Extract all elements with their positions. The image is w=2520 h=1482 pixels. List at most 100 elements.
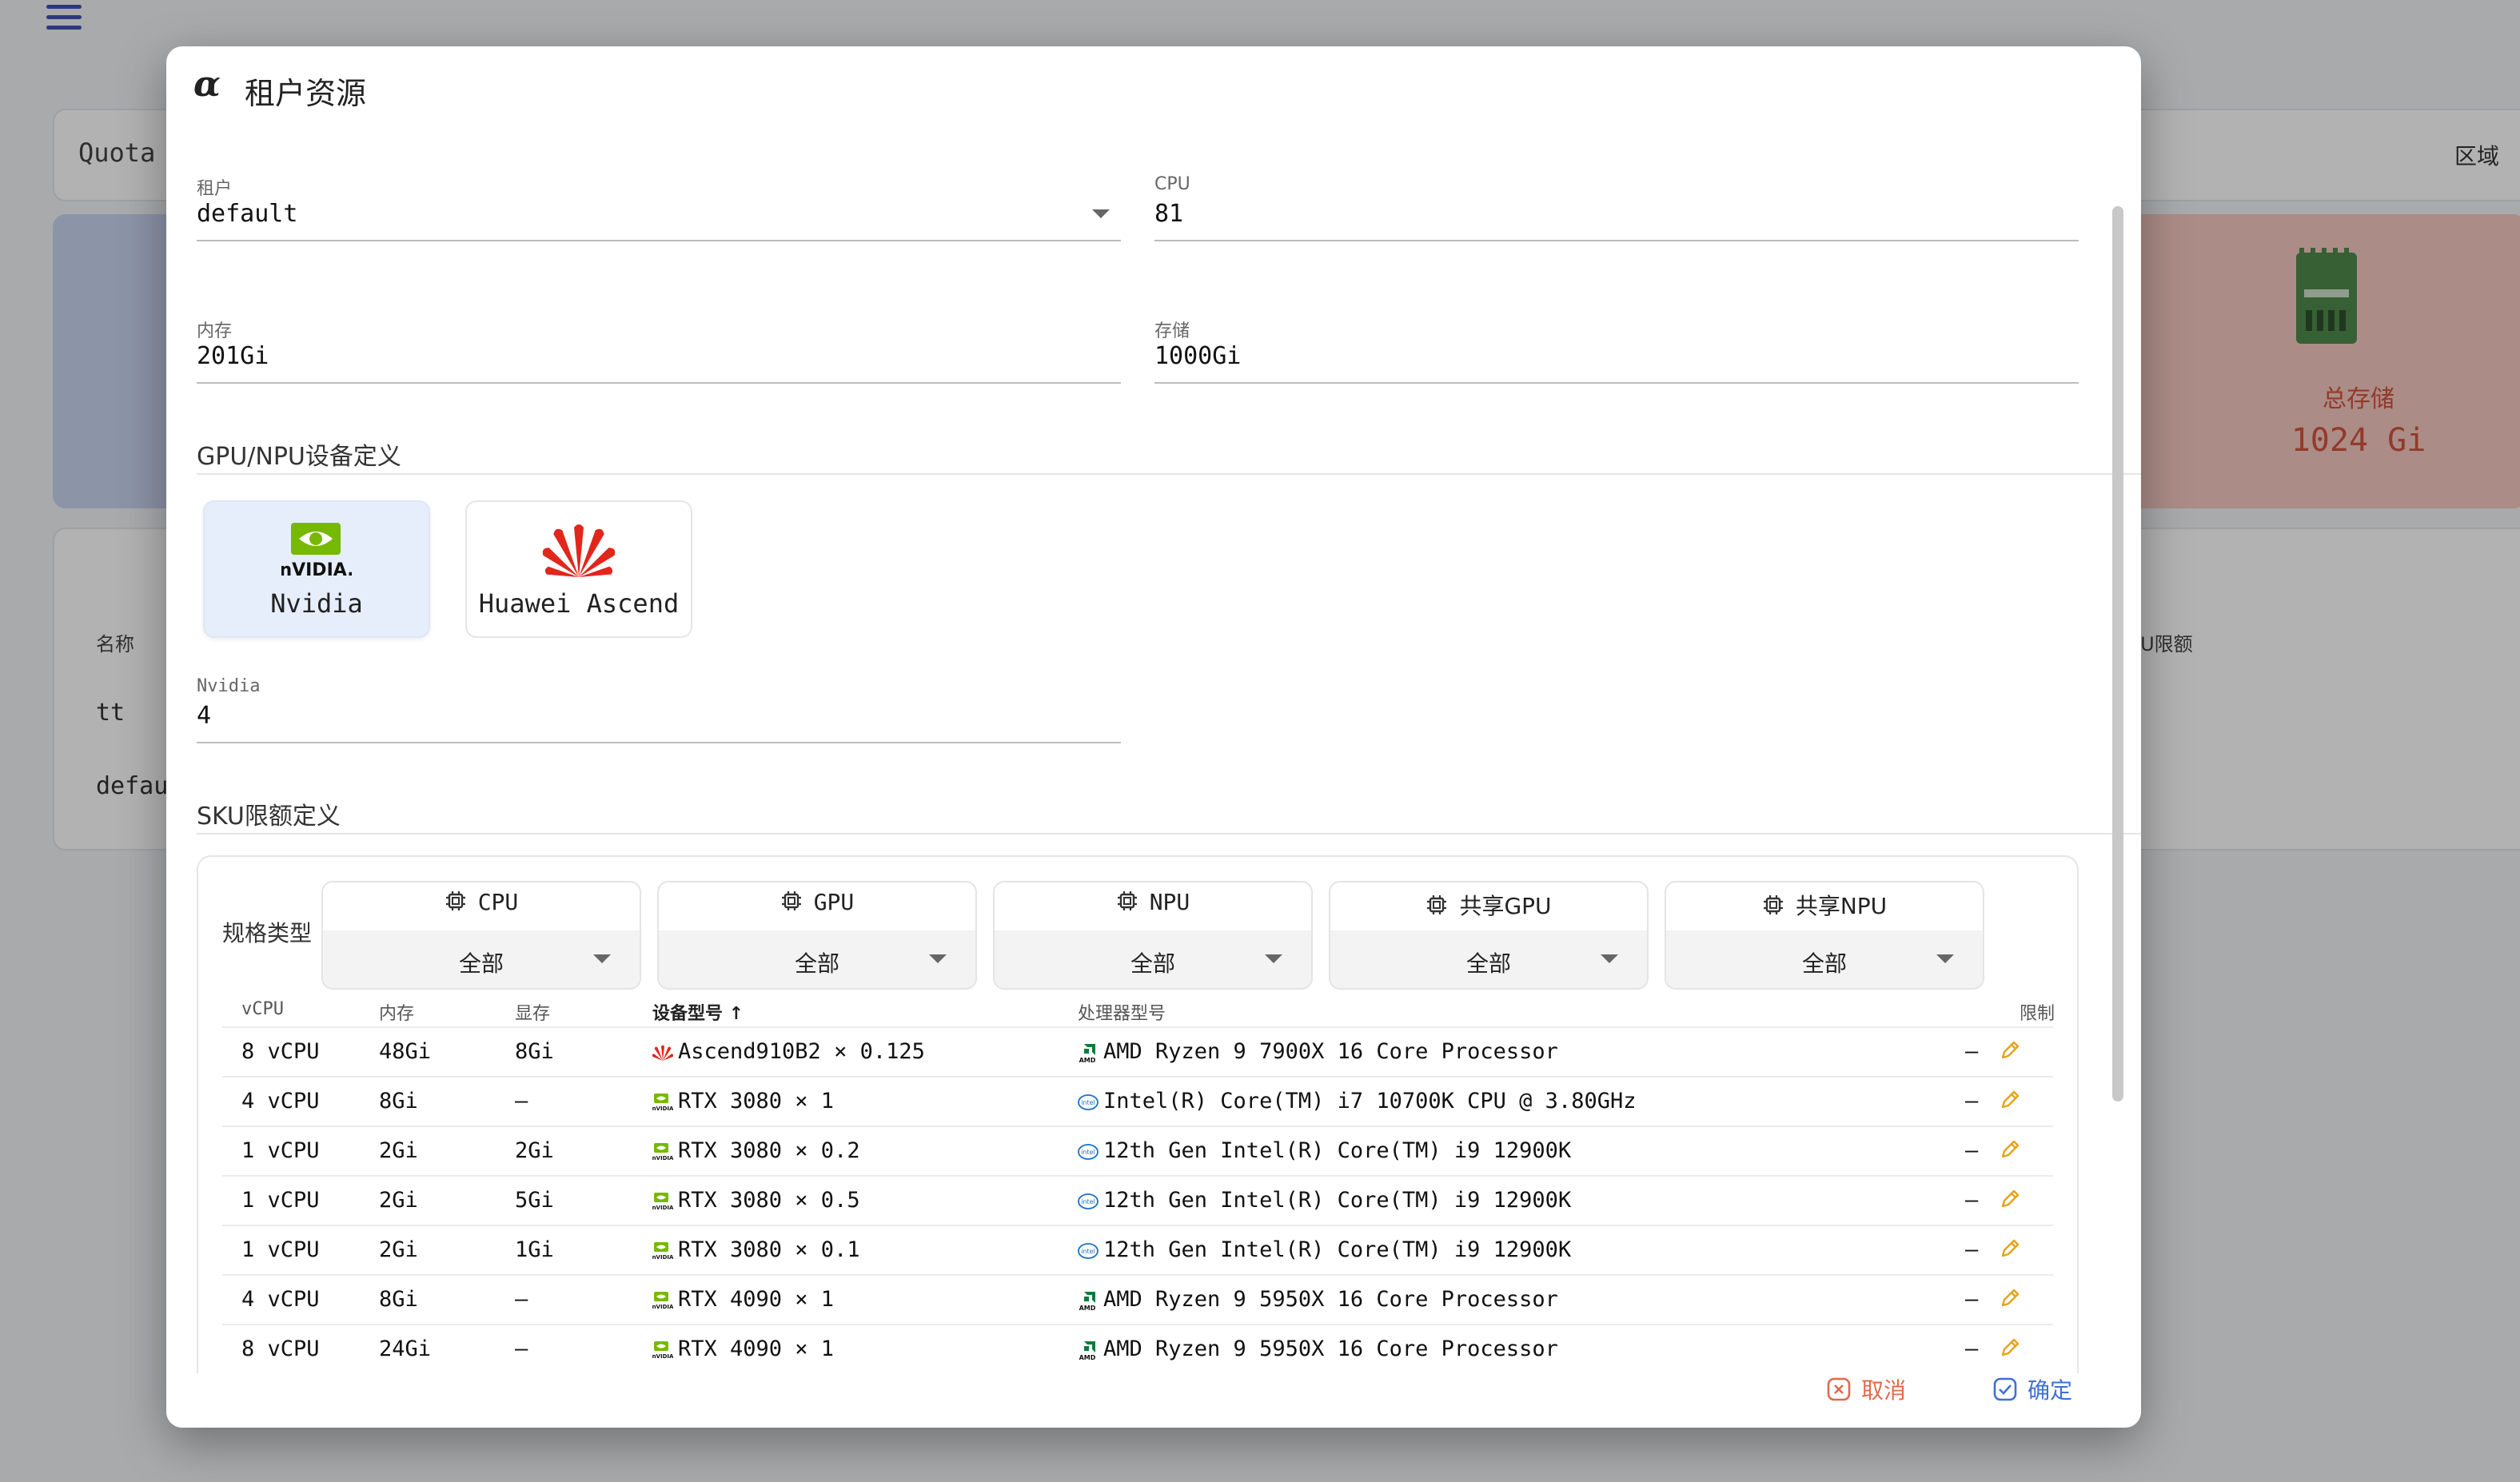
processor-text: AMD Ryzen 9 5950X 16 Core Processor <box>1103 1287 1558 1312</box>
amd-icon: AMD <box>1078 1287 1103 1312</box>
intel-icon: intel <box>1078 1188 1103 1213</box>
edit-icon[interactable] <box>1999 1337 2021 1362</box>
column-header-limit[interactable]: 限制 <box>2020 999 2055 1025</box>
nvidia-icon: nVIDIA <box>652 1287 678 1312</box>
dropdown-caret-icon[interactable] <box>1092 209 1110 218</box>
dropdown-caret-icon[interactable] <box>593 954 611 963</box>
cell-memory: 2Gi <box>379 1138 418 1163</box>
cell-limit: – <box>1965 1237 1979 1262</box>
storage-value: 1000Gi <box>1154 342 1242 370</box>
dropdown-caret-icon[interactable] <box>1936 954 1954 963</box>
edit-icon[interactable] <box>1999 1287 2021 1313</box>
cell-processor: AMD AMD Ryzen 9 5950X 16 Core Processor <box>1078 1287 1558 1312</box>
dropdown-caret-icon[interactable] <box>929 954 947 963</box>
storage-field[interactable]: 存储 1000Gi <box>1154 315 2079 384</box>
vendor-card-nvidia[interactable]: nVIDIA. Nvidia <box>203 500 430 638</box>
confirm-button[interactable]: 确定 <box>1992 1373 2072 1405</box>
chip-icon <box>1116 890 1138 918</box>
processor-text: AMD Ryzen 9 5950X 16 Core Processor <box>1103 1337 1558 1361</box>
table-row[interactable]: 1 vCPU 2Gi 5Gi nVIDIA RTX 3080 × 0.5 intel 12t… <box>222 1175 2053 1226</box>
memory-value: 201Gi <box>197 342 269 370</box>
cell-vcpu: 4 vCPU <box>241 1089 320 1113</box>
svg-text:intel: intel <box>1081 1248 1095 1255</box>
cell-vram: 1Gi <box>515 1237 554 1262</box>
filter-name: 共享GPU <box>1459 893 1552 919</box>
svg-text:intel: intel <box>1081 1149 1095 1156</box>
table-row[interactable]: 4 vCPU 8Gi – nVIDIA RTX 3080 × 1 intel Intel(R… <box>222 1076 2053 1127</box>
dropdown-caret-icon[interactable] <box>1601 954 1618 963</box>
filter-select[interactable]: 全部 <box>323 930 640 988</box>
cell-memory: 8Gi <box>379 1287 418 1312</box>
cell-vram: – <box>515 1337 528 1361</box>
svg-text:nVIDIA: nVIDIA <box>652 1106 673 1111</box>
device-text: RTX 4090 × 1 <box>678 1337 835 1361</box>
cell-vram: – <box>515 1287 528 1312</box>
sku-section-title: SKU限额定义 <box>197 803 341 831</box>
spec-type-label: 规格类型 <box>222 920 313 946</box>
column-header-memory[interactable]: 内存 <box>379 999 414 1025</box>
table-row[interactable]: 1 vCPU 2Gi 1Gi nVIDIA RTX 3080 × 0.1 intel 12t… <box>222 1225 2053 1276</box>
column-header-processor[interactable]: 处理器型号 <box>1078 999 1166 1025</box>
chip-icon <box>445 890 467 918</box>
filter-gpu[interactable]: GPU 全部 <box>657 881 977 990</box>
svg-text:nVIDIA.: nVIDIA. <box>281 560 352 579</box>
column-header-vram[interactable]: 显存 <box>515 999 550 1025</box>
nvidia-icon: nVIDIA <box>652 1089 678 1113</box>
cell-vram: 5Gi <box>515 1188 554 1213</box>
cancel-button[interactable]: 取消 <box>1826 1373 1906 1405</box>
cell-memory: 24Gi <box>379 1337 432 1361</box>
memory-field[interactable]: 内存 201Gi <box>197 315 1121 384</box>
table-row[interactable]: 1 vCPU 2Gi 2Gi nVIDIA RTX 3080 × 0.2 intel 12t… <box>222 1125 2053 1177</box>
cancel-icon <box>1827 1377 1851 1401</box>
filter-shared-npu[interactable]: 共享NPU 全部 <box>1665 881 1984 990</box>
intel-icon: intel <box>1078 1089 1103 1113</box>
filter-select[interactable]: 全部 <box>1330 930 1647 988</box>
filter-select[interactable]: 全部 <box>995 930 1311 988</box>
device-text: RTX 3080 × 0.1 <box>678 1237 860 1262</box>
dialog-header: α 租户资源 <box>166 46 2141 129</box>
column-header-vcpu[interactable]: vCPU <box>241 999 284 1019</box>
cell-vcpu: 1 vCPU <box>241 1237 320 1262</box>
scrollbar[interactable] <box>2112 206 2123 1102</box>
huawei-logo-icon <box>542 524 616 577</box>
storage-label: 存储 <box>1154 321 1190 341</box>
cpu-field[interactable]: CPU 81 <box>1154 173 2079 241</box>
table-row[interactable]: 4 vCPU 8Gi – nVIDIA RTX 4090 × 1 AMD AMD Ryzen… <box>222 1274 2053 1325</box>
edit-icon[interactable] <box>1999 1237 2021 1263</box>
cell-processor: intel 12th Gen Intel(R) Core(TM) i9 12900… <box>1078 1237 1571 1262</box>
processor-text: Intel(R) Core(TM) i7 10700K CPU @ 3.80GH… <box>1103 1089 1637 1113</box>
cell-device: nVIDIA RTX 4090 × 1 <box>652 1337 835 1361</box>
filter-value: 全部 <box>794 950 839 977</box>
filter-shared-gpu[interactable]: 共享GPU 全部 <box>1329 881 1649 990</box>
cell-limit: – <box>1965 1188 1979 1213</box>
table-row[interactable]: 8 vCPU 48Gi 8Gi Ascend910B2 × 0.125 AMD AMD R… <box>222 1026 2053 1078</box>
cell-device: nVIDIA RTX 3080 × 0.1 <box>652 1237 860 1262</box>
cell-vcpu: 1 vCPU <box>241 1138 320 1163</box>
edit-icon[interactable] <box>1999 1089 2021 1114</box>
edit-icon[interactable] <box>1999 1039 2021 1065</box>
tenant-value: default <box>197 200 298 228</box>
edit-icon[interactable] <box>1999 1188 2021 1213</box>
amd-icon: AMD <box>1078 1039 1103 1064</box>
svg-text:nVIDIA: nVIDIA <box>652 1304 673 1309</box>
tenant-select[interactable]: 租户 default <box>197 173 1121 241</box>
dropdown-caret-icon[interactable] <box>1265 954 1282 963</box>
filter-select[interactable]: 全部 <box>659 930 975 988</box>
svg-text:intel: intel <box>1081 1099 1095 1106</box>
cpu-value: 81 <box>1154 200 1184 228</box>
nvidia-count-field[interactable]: Nvidia 4 <box>197 675 1121 743</box>
cell-processor: intel 12th Gen Intel(R) Core(TM) i9 12900… <box>1078 1138 1571 1163</box>
filter-npu[interactable]: NPU 全部 <box>993 881 1313 990</box>
nvidia-count-value: 4 <box>197 702 212 730</box>
cell-device: nVIDIA RTX 3080 × 0.2 <box>652 1138 860 1163</box>
alpha-logo-icon: α <box>193 64 221 105</box>
dialog-body[interactable]: 租户 default CPU 81 内存 201Gi 存储 1000Gi GPU… <box>166 129 2141 1373</box>
column-header-device[interactable]: 设备型号 ↑ <box>652 999 744 1025</box>
nvidia-logo-icon: nVIDIA. <box>281 523 352 579</box>
edit-icon[interactable] <box>1999 1138 2021 1164</box>
cell-processor: intel 12th Gen Intel(R) Core(TM) i9 12900… <box>1078 1188 1571 1213</box>
filter-select[interactable]: 全部 <box>1666 930 1983 988</box>
vendor-card-huawei[interactable]: Huawei Ascend <box>465 500 692 638</box>
filter-cpu[interactable]: CPU 全部 <box>321 881 641 990</box>
table-row[interactable]: 8 vCPU 24Gi – nVIDIA RTX 4090 × 1 AMD AMD Ryze… <box>222 1324 2053 1373</box>
